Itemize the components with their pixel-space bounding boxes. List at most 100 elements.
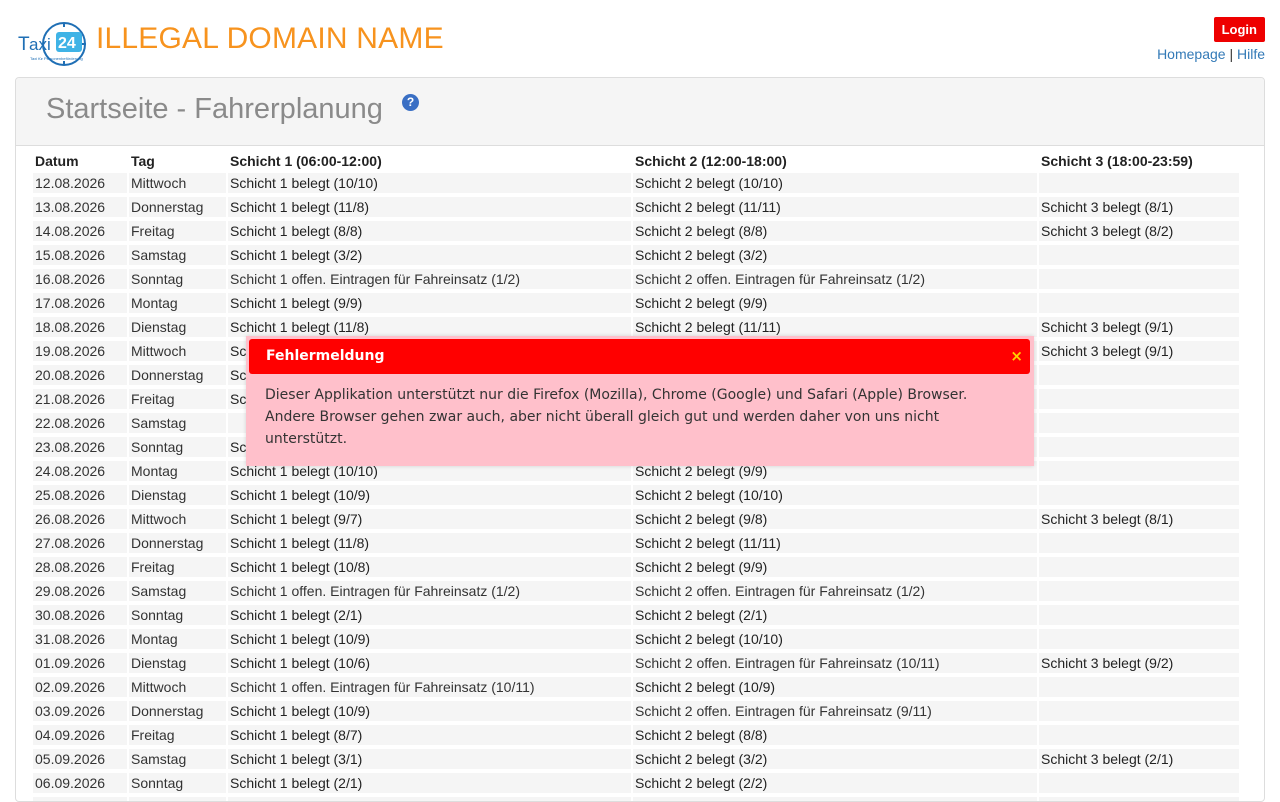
table-row: 27.08.2026 Donnerstag Schicht 1 belegt (11… [33,533,1239,553]
shift-3-cell [1039,173,1239,193]
shift-2-cell: Schicht 2 belegt (9/8) [633,509,1037,529]
day-cell: Freitag [129,221,226,241]
date-cell: 15.08.2026 [33,245,127,265]
svg-text:24: 24 [58,35,76,52]
error-dialog-title: Fehlermeldung [266,348,385,364]
shift-3-cell [1039,725,1239,745]
day-cell: Samstag [129,581,226,601]
shift-3-cell [1039,773,1239,793]
table-row: 31.08.2026 Montag Schicht 1 belegt (10/9) S… [33,629,1239,649]
date-cell: 22.08.2026 [33,413,127,433]
shift-1-cell: Schicht 1 belegt (11/8) [228,317,631,337]
day-cell: Freitag [129,389,226,409]
shift-1-cell: Schicht 1 belegt (11/8) [228,197,631,217]
shift-1-cell: Schicht 1 belegt (2/1) [228,605,631,625]
shift-2-cell: Schicht 2 belegt (3/2) [633,245,1037,265]
shift-1-cell: Schicht 1 belegt (8/7) [228,725,631,745]
link-separator: | [1229,46,1234,62]
shift-3-cell [1039,701,1239,721]
table-row: 03.09.2026 Donnerstag Schicht 1 belegt (10… [33,701,1239,721]
day-cell: Sonntag [129,605,226,625]
shift-1-cell[interactable]: Schicht 1 offen. Eintragen für Fahreinsa… [228,581,631,601]
date-cell: 06.09.2026 [33,773,127,793]
date-cell: 24.08.2026 [33,461,127,481]
date-cell: 27.08.2026 [33,533,127,553]
shift-2-cell: Schicht 2 belegt (9/9) [633,557,1037,577]
date-cell: 02.09.2026 [33,677,127,697]
shift-2-cell: Schicht 2 belegt (10/9) [633,677,1037,697]
shift-2-cell[interactable]: Schicht 2 offen. Eintragen für Fahreinsa… [633,269,1037,289]
day-cell: Donnerstag [129,701,226,721]
close-icon[interactable]: × [1010,347,1023,365]
shift-1-cell[interactable]: Schicht 1 offen. Eintragen für Fahreinsa… [228,677,631,697]
shift-3-cell [1039,245,1239,265]
day-cell: Mittwoch [129,509,226,529]
day-cell: Samstag [129,245,226,265]
day-cell: Dienstag [129,317,226,337]
day-cell: Donnerstag [129,533,226,553]
shift-1-cell: Schicht 1 belegt (11/8) [228,533,631,553]
shift-2-cell: Schicht 2 belegt (10/10) [633,173,1037,193]
error-message-line-1: Dieser Applikation unterstützt nur die F… [265,387,968,403]
shift-2-cell: Schicht 2 belegt (3/2) [633,749,1037,769]
day-cell: Montag [129,293,226,313]
shift-2-cell[interactable]: Schicht 2 offen. Eintragen für Fahreinsa… [633,581,1037,601]
date-cell: 20.08.2026 [33,365,127,385]
table-row: 25.08.2026 Dienstag Schicht 1 belegt (10/9… [33,485,1239,505]
help-question-icon[interactable]: ? [402,94,419,111]
panel-header: Startseite - Fahrerplanung ? [16,78,1264,146]
date-cell: 21.08.2026 [33,389,127,409]
shift-1-cell: Schicht 1 belegt (10/10) [228,173,631,193]
homepage-link[interactable]: Homepage [1157,46,1226,62]
page-title: Startseite - Fahrerplanung [46,93,383,125]
shift-1-cell: Schicht 1 belegt (9/7) [228,509,631,529]
shift-3-cell [1039,389,1239,409]
help-link[interactable]: Hilfe [1237,46,1265,62]
shift-2-cell[interactable]: Schicht 2 offen. Eintragen für Fahreinsa… [633,701,1037,721]
column-header-shift-1: Schicht 1 (06:00-12:00) [230,152,382,169]
shift-2-cell: Schicht 2 belegt (11/11) [633,317,1037,337]
shift-1-cell[interactable]: Schicht 1 offen. Eintragen für Fahreinsa… [228,269,631,289]
table-row: 05.09.2026 Samstag Schicht 1 belegt (3/1) S… [33,749,1239,769]
day-cell: Mittwoch [129,173,226,193]
shift-1-cell: Schicht 1 belegt (10/9) [228,629,631,649]
site-title: ILLEGAL DOMAIN NAME [96,22,444,55]
table-row: 02.09.2026 Mittwoch Schicht 1 offen. Eintr… [33,677,1239,697]
date-cell: 03.09.2026 [33,701,127,721]
taxi24-logo[interactable]: T axi 24 Taxi für Personenbeförderung [16,20,88,68]
date-cell: 14.08.2026 [33,221,127,241]
table-row: 17.08.2026 Montag Schicht 1 belegt (9/9) Sc… [33,293,1239,313]
shift-3-cell [1039,293,1239,313]
day-cell: Samstag [129,749,226,769]
svg-text:axi: axi [29,35,51,54]
day-cell: Dienstag [129,485,226,505]
error-message-line-2: Andere Browser gehen zwar auch, aber nic… [265,409,940,447]
column-header-shift-3: Schicht 3 (18:00-23:59) [1041,152,1193,169]
column-header-day: Tag [131,152,155,169]
column-header-shift-2: Schicht 2 (12:00-18:00) [635,152,787,169]
day-cell: Sonntag [129,437,226,457]
day-cell: Mittwoch [129,677,226,697]
shift-1-cell: Schicht 1 belegt (2/1) [228,773,631,793]
shift-3-cell [1039,485,1239,505]
shift-2-cell: Schicht 2 belegt (2/2) [633,773,1037,793]
table-row: 30.08.2026 Sonntag Schicht 1 belegt (2/1) S… [33,605,1239,625]
shift-3-cell [1039,557,1239,577]
shift-schedule-table: Datum Tag Schicht 1 (06:00-12:00) Schich… [31,148,1241,801]
shift-3-cell: Schicht 3 belegt (9/1) [1039,341,1239,361]
day-cell: Donnerstag [129,365,226,385]
shift-2-cell: Schicht 2 belegt (10/10) [633,485,1037,505]
day-cell: Montag [129,629,226,649]
day-cell: Sonntag [129,269,226,289]
table-row: 28.08.2026 Freitag Schicht 1 belegt (10/8)… [33,557,1239,577]
login-button[interactable]: Login [1213,17,1265,42]
shift-2-cell: Schicht 2 belegt (9/9) [633,293,1037,313]
table-row: 15.08.2026 Samstag Schicht 1 belegt (3/2) S… [33,245,1239,265]
shift-3-cell: Schicht 3 belegt (9/2) [1039,653,1239,673]
shift-2-cell[interactable]: Schicht 2 offen. Eintragen für Fahreinsa… [633,653,1037,673]
date-cell: 23.08.2026 [33,437,127,457]
table-row: 01.09.2026 Dienstag Schicht 1 belegt (10/6… [33,653,1239,673]
shift-3-cell: Schicht 3 belegt (8/2) [1039,221,1239,241]
shift-1-cell: Schicht 1 belegt (10/9) [228,485,631,505]
shift-3-cell [1039,437,1239,457]
